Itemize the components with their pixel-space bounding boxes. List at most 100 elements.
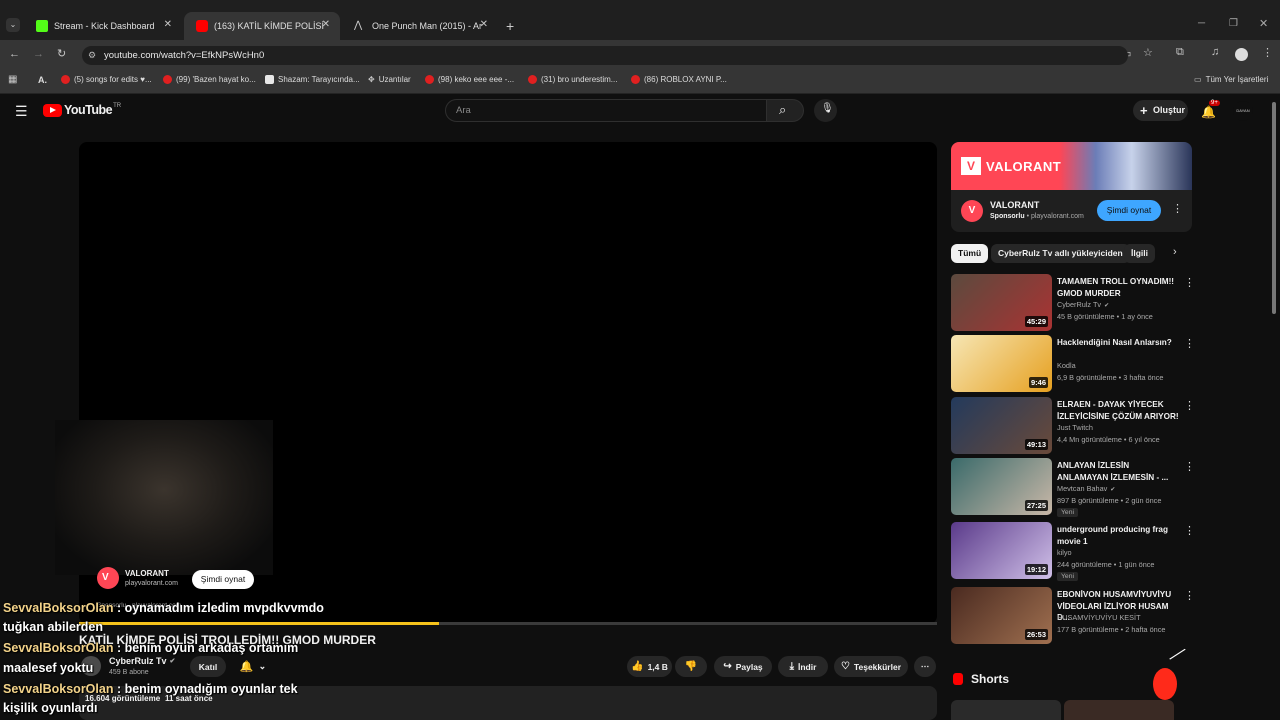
thanks-button[interactable]: ♡ Teşekkürler: [834, 656, 908, 677]
close-window-icon[interactable]: ✕: [1259, 17, 1268, 30]
video-channel[interactable]: Kodla: [1057, 361, 1076, 370]
more-actions-button[interactable]: ⋯: [914, 656, 936, 677]
share-button[interactable]: ↪ Paylaş: [714, 656, 772, 677]
video-thumbnail[interactable]: 26:53: [951, 587, 1052, 644]
more-options-icon[interactable]: ⋮: [1184, 589, 1195, 602]
video-title[interactable]: Hacklendiğini Nasıl Anlarsın?: [1057, 337, 1181, 349]
apps-grid-icon[interactable]: ▦: [8, 74, 17, 85]
account-avatar[interactable]: DAYAN: [1233, 101, 1253, 121]
recommended-video[interactable]: 26:53 EBONİVON HUSAMVİYUVİYU VİDEOLARI İZ…: [951, 587, 1195, 645]
bookmark-item[interactable]: (5) songs for edits ♥...: [61, 75, 152, 84]
page-scrollbar[interactable]: [1272, 102, 1276, 314]
video-thumbnail[interactable]: 49:13: [951, 397, 1052, 454]
bookmark-item[interactable]: (98) keko eee eee -...: [425, 75, 514, 84]
url-text: youtube.com/watch?v=EfkNPsWcHn0: [104, 50, 265, 61]
menu-kebab-icon[interactable]: ⋮: [1262, 46, 1273, 59]
more-options-icon[interactable]: ⋮: [1184, 399, 1195, 412]
video-thumbnail[interactable]: 27:25: [951, 458, 1052, 515]
join-button[interactable]: Katıl: [190, 656, 226, 677]
profile-avatar[interactable]: [1235, 48, 1248, 61]
voice-search-button[interactable]: 🎙: [814, 99, 837, 122]
close-icon[interactable]: ✕: [322, 19, 330, 30]
video-channel[interactable]: Mevtcan Bahav ✔: [1057, 484, 1115, 493]
video-title[interactable]: ELRAEN - DAYAK YİYECEK İZLEYİCİSİNE ÇÖZÜ…: [1057, 399, 1181, 422]
channel-name[interactable]: CyberRulz Tv ✔: [109, 656, 175, 666]
bookmark-a-icon[interactable]: A.: [38, 75, 47, 85]
ad-play-button[interactable]: Şimdi oynat: [1097, 200, 1161, 221]
chip-all[interactable]: Tümü: [951, 244, 989, 263]
chips-next-icon[interactable]: ›: [1173, 246, 1177, 258]
dislike-button[interactable]: 👎: [675, 656, 707, 677]
ad-card[interactable]: V VALORANT Sponsorlu • playvalorant.com …: [951, 190, 1192, 232]
site-info-icon[interactable]: ⚙: [88, 46, 96, 65]
more-options-icon[interactable]: ⋮: [1184, 524, 1195, 537]
bookmark-item[interactable]: (86) ROBLOX AYNI P...: [631, 75, 727, 84]
recommended-video[interactable]: 9:46 Hacklendiğini Nasıl Anlarsın? Kodla 6,…: [951, 335, 1195, 393]
extensions-icon[interactable]: ⧉: [1176, 46, 1184, 59]
shorts-thumb[interactable]: [951, 700, 1061, 720]
recommended-video[interactable]: 45:29 TAMAMEN TROLL OYNADIM!! GMOD MURDER…: [951, 274, 1195, 332]
minimize-icon[interactable]: ─: [1198, 18, 1205, 29]
video-duration: 45:29: [1024, 316, 1048, 327]
tab-youtube-active[interactable]: (163) KATİL KİMDE POLİSİ TROLL ✕: [184, 12, 340, 40]
subscribe-notify-button[interactable]: 🔔 ⌄: [232, 656, 274, 677]
bookmark-label: (86) ROBLOX AYNI P...: [644, 75, 727, 84]
bell-icon: 🔔: [1201, 105, 1216, 119]
close-icon[interactable]: ✕: [480, 19, 488, 30]
video-channel[interactable]: HUSAMVİYUVİYU KESİT: [1057, 613, 1141, 622]
youtube-logo[interactable]: YouTube TR: [43, 103, 121, 117]
shorts-thumb[interactable]: [1064, 700, 1174, 720]
ad-banner-image[interactable]: V VALORANT: [951, 142, 1192, 190]
recommended-video[interactable]: 49:13 ELRAEN - DAYAK YİYECEK İZLEYİCİSİNE…: [951, 397, 1195, 455]
new-tab-button[interactable]: +: [506, 18, 514, 34]
url-field[interactable]: ⚙ youtube.com/watch?v=EfkNPsWcHn0: [82, 46, 1128, 65]
recommended-video[interactable]: 19:12 underground producing frag movie 1k…: [951, 522, 1195, 581]
bookmark-item[interactable]: ✥ Uzantılar: [368, 75, 411, 84]
tab-kick-dashboard[interactable]: Stream - Kick Dashboard ✕: [24, 12, 182, 40]
bookmark-item[interactable]: Shazam: Tarayıcında...: [265, 75, 360, 84]
recommended-video[interactable]: 27:25 ANLAYAN İZLESİN ANLAMAYAN İZLEMESİN…: [951, 458, 1195, 517]
all-bookmarks[interactable]: ▭ Tüm Yer İşaretleri: [1194, 75, 1268, 84]
video-thumbnail[interactable]: 9:46: [951, 335, 1052, 392]
video-channel[interactable]: CyberRulz Tv ✔: [1057, 300, 1109, 309]
like-button[interactable]: 👍 1,4 B: [627, 656, 672, 677]
create-button[interactable]: + Oluştur: [1133, 100, 1188, 121]
hamburger-menu-icon[interactable]: ☰: [15, 103, 28, 120]
video-channel[interactable]: Just Twitch: [1057, 423, 1093, 432]
recording-indicator: [1153, 668, 1177, 700]
restore-icon[interactable]: ❐: [1229, 18, 1238, 29]
valorant-logo-icon: V: [97, 567, 119, 589]
chip-related[interactable]: İlgili: [1124, 244, 1155, 263]
ad-more-icon[interactable]: ⋮: [1172, 202, 1183, 215]
download-label: İndir: [798, 661, 817, 672]
video-progress-track[interactable]: [439, 622, 937, 625]
back-icon[interactable]: ←: [9, 48, 20, 60]
search-input[interactable]: Ara: [445, 99, 767, 122]
video-title[interactable]: TAMAMEN TROLL OYNADIM!! GMOD MURDER: [1057, 276, 1181, 299]
bookmark-item[interactable]: (31) bro underestim...: [528, 75, 617, 84]
youtube-icon: [631, 75, 640, 84]
notifications-button[interactable]: 🔔 9+: [1201, 100, 1220, 121]
tab-search-button[interactable]: ⌄: [6, 18, 20, 32]
forward-icon[interactable]: →: [33, 48, 44, 60]
ad-overlay-play-button[interactable]: Şimdi oynat: [192, 570, 254, 589]
media-controls-icon[interactable]: ♫: [1211, 46, 1219, 58]
bookmark-star-icon[interactable]: ☆: [1143, 46, 1153, 59]
search-button[interactable]: ⌕: [766, 99, 804, 122]
video-channel[interactable]: kilyo: [1057, 548, 1072, 557]
more-options-icon[interactable]: ⋮: [1184, 337, 1195, 350]
more-options-icon[interactable]: ⋮: [1184, 276, 1195, 289]
reload-icon[interactable]: ↻: [57, 47, 66, 60]
close-icon[interactable]: ✕: [164, 19, 172, 30]
video-thumbnail[interactable]: 19:12: [951, 522, 1052, 579]
download-button[interactable]: ⤓ İndir: [778, 656, 828, 677]
tab-one-punch-man[interactable]: ⋀ One Punch Man (2015) - Anime ✕: [342, 12, 498, 40]
video-title[interactable]: ANLAYAN İZLESİN ANLAMAYAN İZLEMESİN - ..…: [1057, 460, 1181, 483]
video-title[interactable]: underground producing frag movie 1: [1057, 524, 1181, 547]
chip-from-uploader[interactable]: CyberRulz Tv adlı yükleyiciden: [991, 244, 1130, 263]
video-thumbnail[interactable]: 45:29: [951, 274, 1052, 331]
more-options-icon[interactable]: ⋮: [1184, 460, 1195, 473]
bookmark-item[interactable]: (99) 'Bazen hayat ko...: [163, 75, 256, 84]
video-progress-played[interactable]: [79, 622, 439, 625]
like-count: 1,4 B: [647, 661, 668, 672]
